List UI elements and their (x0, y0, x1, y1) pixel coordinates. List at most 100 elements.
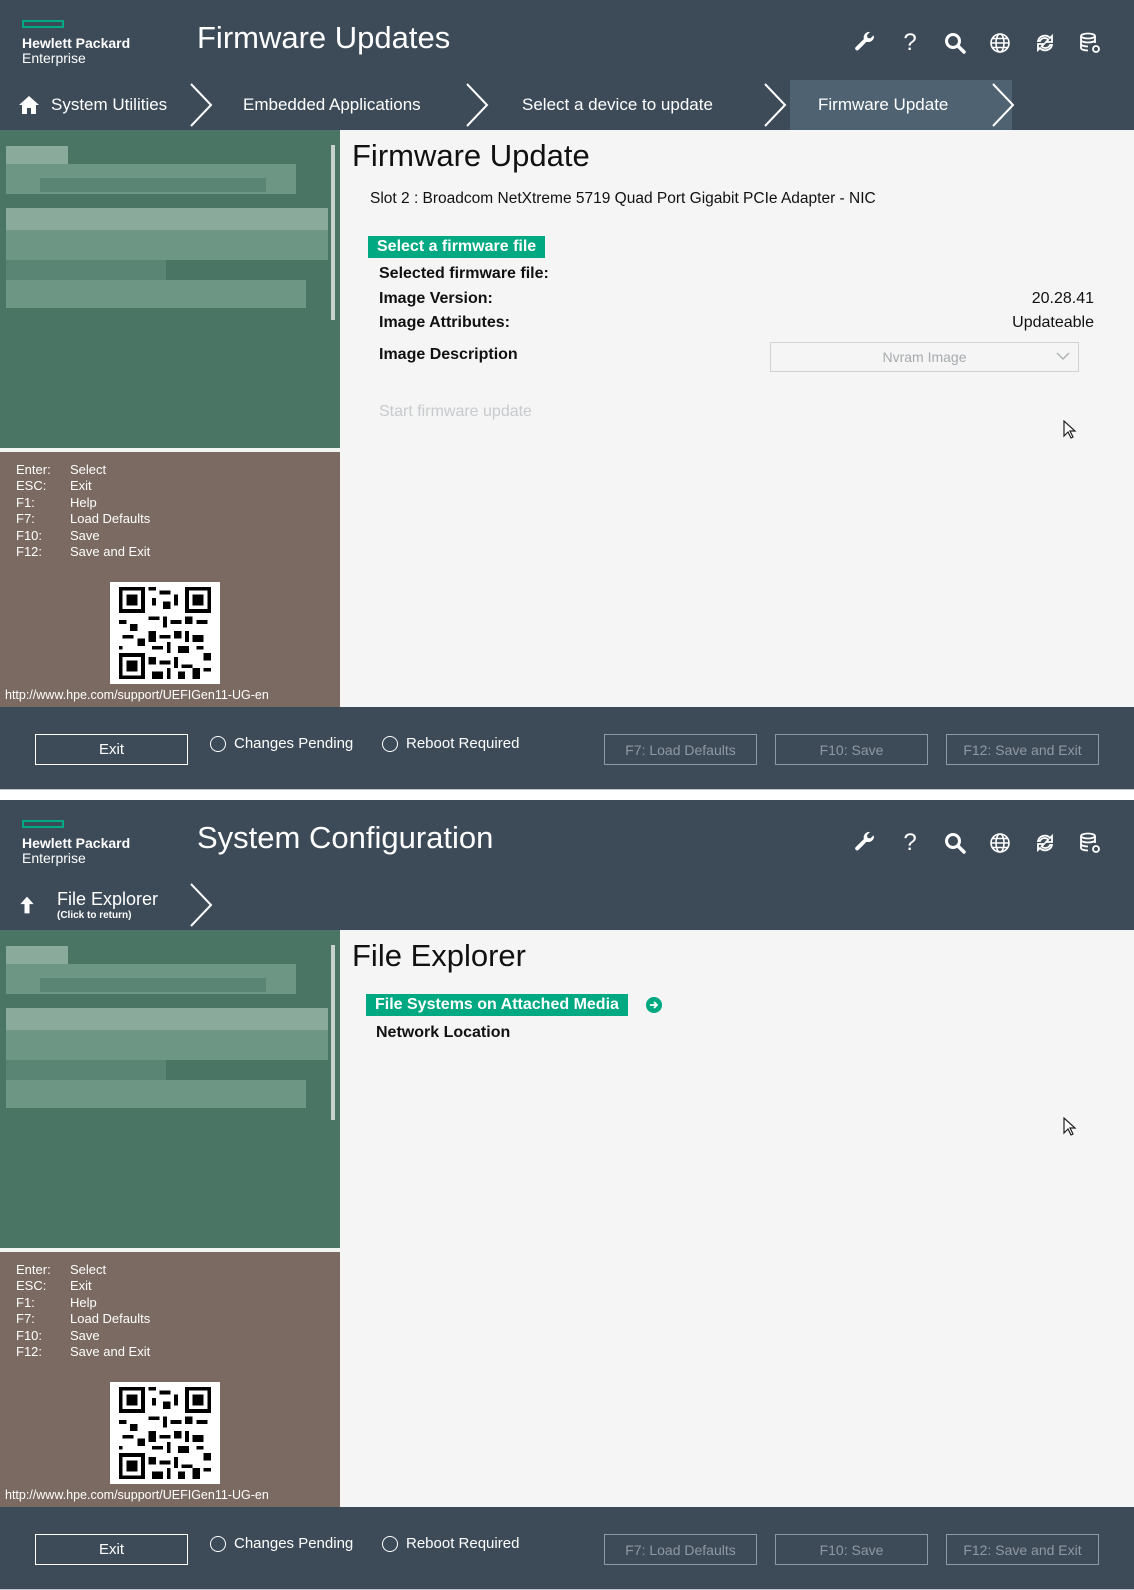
breadcrumb-hint: (Click to return) (57, 910, 132, 921)
qr-code (110, 582, 220, 684)
breadcrumb-label: Select a device to update (522, 95, 713, 114)
key-name: Enter: (16, 462, 51, 477)
image-description-dropdown[interactable]: Nvram Image (770, 342, 1079, 372)
help-panel: Enter: Select ESC: Exit F1: Help F7: Load De… (0, 452, 340, 707)
refresh-icon[interactable] (1031, 828, 1059, 858)
radio-indicator (210, 1535, 226, 1552)
key-action: Exit (70, 1278, 92, 1294)
status-label: Changes Pending (234, 1535, 354, 1552)
mouse-cursor-icon (1063, 1117, 1077, 1136)
chevron-right-icon (466, 83, 489, 127)
key-name: F1: (16, 494, 35, 510)
exit-button[interactable]: Exit (35, 734, 188, 765)
sidebar-info-panel (0, 930, 340, 1248)
help-url[interactable]: http://www.hpe.com/support/UEFIGen11-UG-… (5, 1488, 269, 1502)
select-firmware-file-button[interactable]: Select a firmware file (368, 236, 546, 258)
reboot-required-indicator: Reboot Required (382, 735, 519, 752)
blurred-text (6, 1060, 166, 1080)
save-button[interactable]: F10: Save (775, 734, 928, 765)
brand-name: Hewlett Packard (22, 835, 131, 851)
database-icon[interactable] (1076, 828, 1104, 858)
key-legend: Enter: Select ESC: Exit F1: Help F7: Load De… (16, 462, 150, 560)
main-content: Firmware Update Slot 2 : Broadcom NetXtr… (340, 130, 1134, 707)
toolbar: ? (851, 28, 1104, 58)
key-name: ESC: (16, 478, 47, 494)
sidebar-scrollbar[interactable] (331, 945, 335, 1120)
page-title: Firmware Update (352, 138, 590, 173)
arrow-right-circle-icon (646, 997, 662, 1013)
reboot-required-indicator: Reboot Required (382, 1535, 519, 1552)
breadcrumb-file-explorer[interactable]: File Explorer (Click to return) (17, 880, 158, 930)
help-icon[interactable]: ? (896, 28, 924, 58)
status-label: Changes Pending (234, 735, 354, 752)
selected-file-label: Selected firmware file: (379, 265, 549, 282)
image-version-label: Image Version: (379, 290, 493, 307)
blurred-text (6, 1080, 306, 1108)
status-label: Reboot Required (406, 1535, 520, 1552)
load-defaults-button[interactable]: F7: Load Defaults (604, 734, 757, 765)
hpe-logo-mark (22, 20, 64, 28)
breadcrumb-system-utilities[interactable]: System Utilities (17, 80, 167, 130)
key-name: F12: (16, 544, 43, 560)
blurred-text (6, 260, 166, 280)
app-title: System Configuration (197, 820, 494, 855)
brand-subname: Enterprise (22, 50, 86, 66)
search-icon[interactable] (941, 28, 969, 58)
blurred-text (40, 978, 266, 992)
key-action: Save (70, 1327, 100, 1343)
blurred-text (6, 208, 328, 230)
exit-button[interactable]: Exit (35, 1534, 188, 1565)
dropdown-value: Nvram Image (882, 349, 967, 365)
sidebar-scrollbar[interactable] (331, 145, 335, 320)
changes-pending-indicator: Changes Pending (210, 1535, 353, 1552)
mouse-cursor-icon (1063, 420, 1077, 439)
save-and-exit-button[interactable]: F12: Save and Exit (946, 734, 1099, 765)
refresh-icon[interactable] (1031, 28, 1059, 58)
file-systems-attached-media-item[interactable]: File Systems on Attached Media (366, 994, 628, 1016)
breadcrumb-label: Embedded Applications (243, 95, 421, 114)
help-url[interactable]: http://www.hpe.com/support/UEFIGen11-UG-… (5, 688, 269, 702)
help-icon[interactable]: ? (896, 828, 924, 858)
key-action: Load Defaults (70, 1311, 151, 1327)
key-action: Save and Exit (70, 1344, 151, 1360)
globe-icon[interactable] (986, 828, 1014, 858)
brand-subname: Enterprise (22, 850, 86, 866)
qr-code (110, 1382, 220, 1484)
chevron-right-icon (764, 83, 787, 127)
key-action: Save and Exit (70, 544, 151, 560)
blurred-text (6, 946, 68, 964)
key-legend: Enter: Select ESC: Exit F1: Help F7: Load De… (16, 1262, 150, 1360)
chevron-down-icon (1056, 352, 1070, 361)
breadcrumb-embedded-applications[interactable]: Embedded Applications (243, 80, 421, 130)
breadcrumb-select-device[interactable]: Select a device to update (522, 80, 713, 130)
radio-indicator (382, 735, 398, 752)
network-location-item[interactable]: Network Location (376, 1024, 510, 1042)
blurred-text (6, 1008, 328, 1030)
key-name: F1: (16, 1294, 35, 1310)
globe-icon[interactable] (986, 28, 1014, 58)
chevron-right-icon (190, 883, 213, 927)
key-name: F7: (16, 511, 35, 527)
save-button[interactable]: F10: Save (775, 1534, 928, 1565)
wrench-icon[interactable] (851, 28, 879, 58)
header: Hewlett Packard Enterprise System Config… (0, 800, 1134, 930)
database-icon[interactable] (1076, 28, 1104, 58)
save-and-exit-button[interactable]: F12: Save and Exit (946, 1534, 1099, 1565)
brand-name: Hewlett Packard (22, 35, 131, 51)
key-action: Select (70, 462, 107, 477)
breadcrumb-firmware-update[interactable]: Firmware Update (818, 80, 948, 130)
changes-pending-indicator: Changes Pending (210, 735, 353, 752)
blurred-text (6, 1030, 328, 1060)
search-icon[interactable] (941, 828, 969, 858)
status-label: Reboot Required (406, 735, 520, 752)
radio-indicator (210, 735, 226, 752)
key-action: Select (70, 1262, 107, 1277)
return-arrow-icon (20, 896, 34, 914)
key-name: F10: (16, 1327, 43, 1343)
firmware-update-screen: Hewlett Packard Enterprise Firmware Upda… (0, 0, 1134, 790)
chevron-right-icon (992, 83, 1015, 127)
start-firmware-update-button[interactable]: Start firmware update (379, 403, 532, 421)
wrench-icon[interactable] (851, 828, 879, 858)
load-defaults-button[interactable]: F7: Load Defaults (604, 1534, 757, 1565)
image-attributes-label: Image Attributes: (379, 314, 510, 331)
